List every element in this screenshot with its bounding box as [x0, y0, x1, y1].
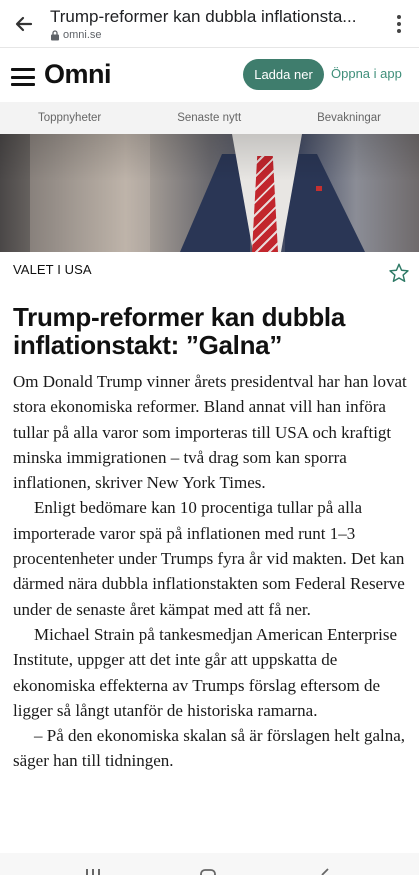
section-tabs: Toppnyheter Senaste nytt Bevakningar	[0, 102, 419, 134]
tab-toppnyheter[interactable]: Toppnyheter	[38, 112, 101, 124]
browser-toolbar: Trump-reformer kan dubbla inflationsta..…	[0, 0, 419, 48]
address-bar[interactable]: Trump-reformer kan dubbla inflationsta..…	[50, 6, 370, 41]
article-paragraph: – På den ekonomiska skalan så är förslag…	[13, 726, 406, 771]
tab-bevakningar[interactable]: Bevakningar	[317, 112, 381, 124]
lock-icon	[51, 29, 59, 40]
more-vert-icon[interactable]	[393, 12, 405, 36]
page-tab-title: Trump-reformer kan dubbla inflationsta..…	[50, 7, 357, 26]
article-paragraph: Michael Strain på tankesmedjan American …	[13, 624, 398, 720]
article-category[interactable]: VALET I USA	[13, 262, 92, 277]
back-button[interactable]	[8, 10, 40, 38]
follow-star-button[interactable]	[388, 262, 410, 284]
article-hero-image	[0, 134, 419, 252]
arrow-left-icon	[15, 16, 33, 32]
site-header: Omni Ladda ner Öppna i app	[0, 48, 419, 102]
open-in-app-link[interactable]: Öppna i app	[331, 66, 402, 81]
omni-logo[interactable]: Omni	[44, 59, 112, 90]
article-body: Om Donald Trump vinner årets presidentva…	[13, 369, 411, 774]
article-paragraph: Enligt bedömare kan 10 procentiga tullar…	[13, 498, 405, 619]
tab-senaste-nytt[interactable]: Senaste nytt	[177, 112, 241, 124]
article-paragraph: Om Donald Trump vinner årets presidentva…	[13, 372, 407, 493]
article-headline: Trump-reformer kan dubbla inflationstakt…	[13, 302, 345, 360]
back-nav-icon[interactable]	[318, 867, 332, 875]
star-outline-icon	[389, 263, 409, 282]
system-navigation-bar	[0, 853, 419, 875]
home-icon[interactable]	[199, 867, 217, 875]
recent-apps-icon[interactable]	[84, 867, 102, 875]
hamburger-menu-icon[interactable]	[11, 68, 35, 86]
url-text: omni.se	[63, 29, 102, 41]
download-app-button[interactable]: Ladda ner	[243, 59, 324, 90]
url-line: omni.se	[50, 29, 370, 41]
